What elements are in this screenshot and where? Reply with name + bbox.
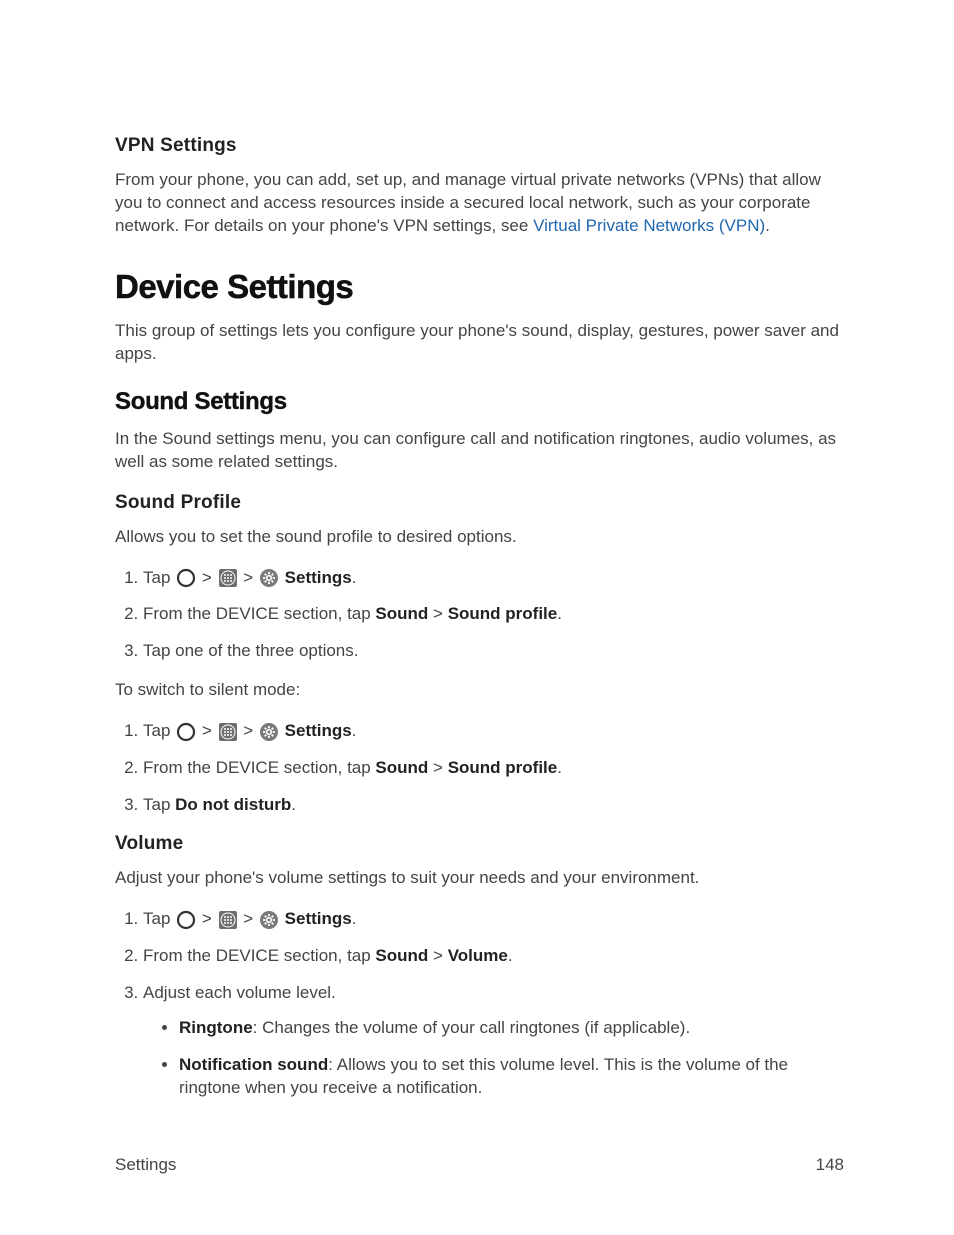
settings-gear-icon xyxy=(259,910,279,930)
paragraph-sound-profile: Allows you to set the sound profile to d… xyxy=(115,526,844,549)
list-item: From the DEVICE section, tap Sound > Sou… xyxy=(143,757,844,780)
home-circle-icon xyxy=(176,568,196,588)
list-item: From the DEVICE section, tap Sound > Sou… xyxy=(143,603,844,626)
heading-vpn-settings: VPN Settings xyxy=(115,135,844,157)
text-bold: Sound profile xyxy=(448,604,558,623)
text: Tap xyxy=(143,795,175,814)
text-bold: Notification sound xyxy=(179,1055,328,1074)
text: Adjust each volume level. xyxy=(143,983,336,1002)
text-bold: Sound xyxy=(375,758,428,777)
paragraph-sound: In the Sound settings menu, you can conf… xyxy=(115,428,844,474)
text: . xyxy=(291,795,296,814)
text-bold: Volume xyxy=(448,946,508,965)
heading-sound-profile: Sound Profile xyxy=(115,492,844,514)
text: . xyxy=(557,604,562,623)
footer-section: Settings xyxy=(115,1155,176,1175)
list-silent-mode: Tap > > Settings. From the DEVICE sectio… xyxy=(115,720,844,817)
text-settings-label: Settings xyxy=(285,568,352,587)
footer-page-number: 148 xyxy=(816,1155,844,1175)
text: Tap xyxy=(143,909,175,928)
list-item: Tap > > Settings. xyxy=(143,720,844,743)
settings-gear-icon xyxy=(259,722,279,742)
text: > xyxy=(243,909,258,928)
text: From the DEVICE section, tap xyxy=(143,946,375,965)
text-settings-label: Settings xyxy=(285,909,352,928)
heading-sound-settings: Sound Settings xyxy=(115,388,844,416)
text: From the DEVICE section, tap xyxy=(143,758,375,777)
page: VPN Settings From your phone, you can ad… xyxy=(0,0,954,1235)
heading-volume: Volume xyxy=(115,833,844,855)
page-footer: Settings 148 xyxy=(115,1155,844,1175)
list-volume: Tap > > Settings. From the DEVICE sectio… xyxy=(115,908,844,1100)
text: . xyxy=(352,721,357,740)
settings-gear-icon xyxy=(259,568,279,588)
text: > xyxy=(428,604,447,623)
text: . xyxy=(765,216,770,235)
text-bold: Sound xyxy=(375,946,428,965)
list-sound-profile: Tap > > Settings. From the DEVICE sectio… xyxy=(115,567,844,664)
text: > xyxy=(243,721,258,740)
paragraph-volume: Adjust your phone's volume settings to s… xyxy=(115,867,844,890)
paragraph-silent-intro: To switch to silent mode: xyxy=(115,679,844,702)
apps-grid-icon xyxy=(218,568,238,588)
list-volume-sub: Ringtone: Changes the volume of your cal… xyxy=(143,1017,844,1100)
list-item: Tap > > Settings. xyxy=(143,567,844,590)
text: > xyxy=(202,909,217,928)
text: . xyxy=(508,946,513,965)
list-item: Tap > > Settings. xyxy=(143,908,844,931)
list-item: Adjust each volume level. Ringtone: Chan… xyxy=(143,982,844,1100)
text-bold: Do not disturb xyxy=(175,795,291,814)
apps-grid-icon xyxy=(218,910,238,930)
home-circle-icon xyxy=(176,722,196,742)
heading-device-settings: Device Settings xyxy=(115,268,844,306)
text: . xyxy=(352,909,357,928)
text: > xyxy=(428,758,447,777)
text-settings-label: Settings xyxy=(285,721,352,740)
list-item: From the DEVICE section, tap Sound > Vol… xyxy=(143,945,844,968)
text: Tap xyxy=(143,568,175,587)
text: > xyxy=(243,568,258,587)
text-bold: Sound xyxy=(375,604,428,623)
text: . xyxy=(557,758,562,777)
paragraph-vpn: From your phone, you can add, set up, an… xyxy=(115,169,844,238)
text: : Changes the volume of your call ringto… xyxy=(253,1018,691,1037)
text-bold: Sound profile xyxy=(448,758,558,777)
text: > xyxy=(202,568,217,587)
text: > xyxy=(428,946,447,965)
text-bold: Ringtone xyxy=(179,1018,253,1037)
paragraph-device: This group of settings lets you configur… xyxy=(115,320,844,366)
list-item: Notification sound: Allows you to set th… xyxy=(179,1054,844,1100)
list-item: Tap Do not disturb. xyxy=(143,794,844,817)
text: > xyxy=(202,721,217,740)
home-circle-icon xyxy=(176,910,196,930)
text: . xyxy=(352,568,357,587)
apps-grid-icon xyxy=(218,722,238,742)
list-item: Tap one of the three options. xyxy=(143,640,844,663)
text: From the DEVICE section, tap xyxy=(143,604,375,623)
list-item: Ringtone: Changes the volume of your cal… xyxy=(179,1017,844,1040)
link-vpn[interactable]: Virtual Private Networks (VPN) xyxy=(533,216,765,235)
text: Tap xyxy=(143,721,175,740)
